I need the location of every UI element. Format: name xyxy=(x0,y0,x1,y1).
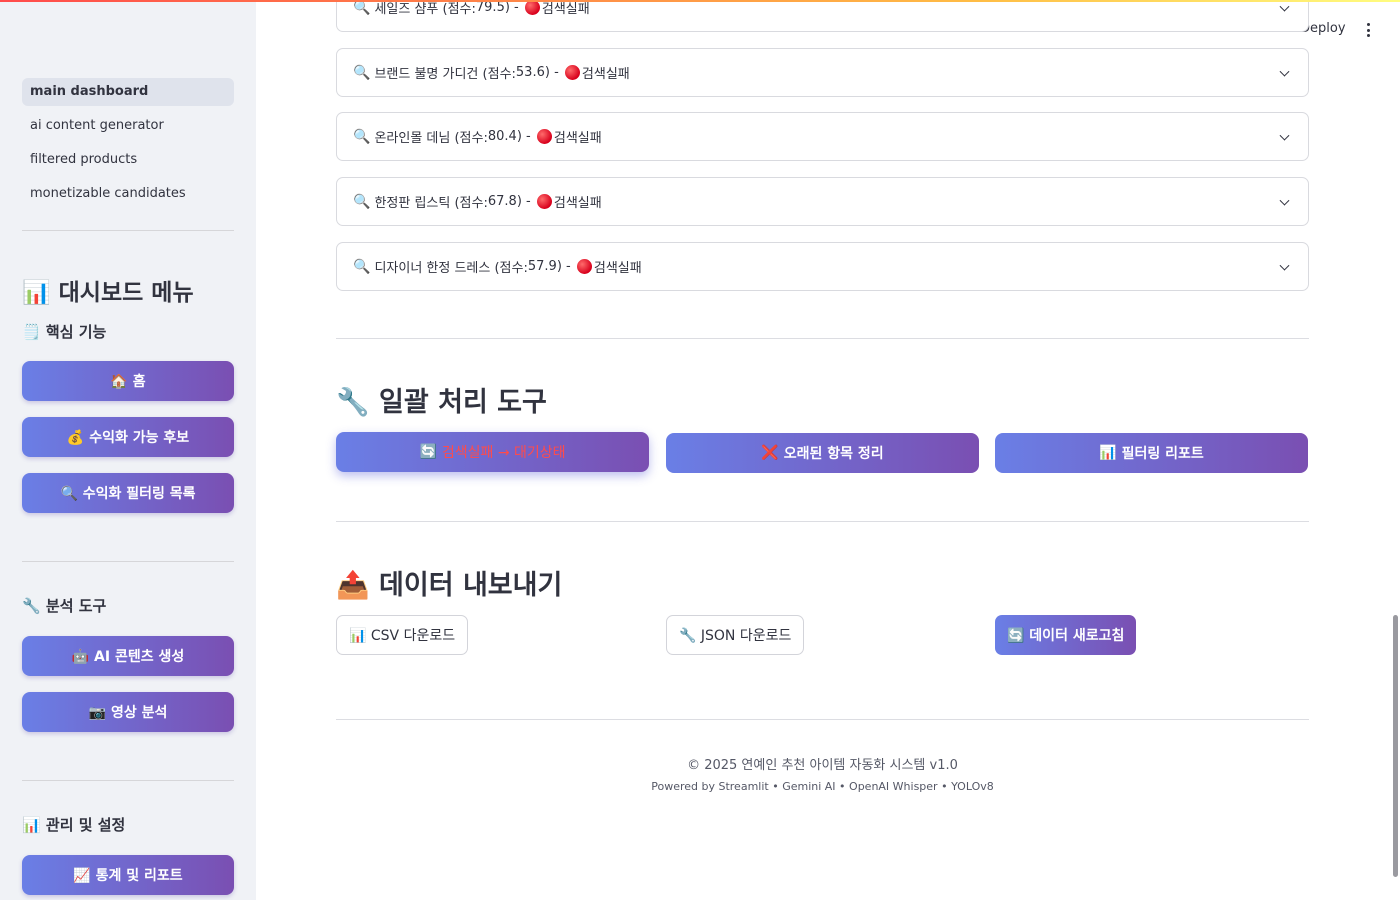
bar-chart-icon: 📊 xyxy=(1099,445,1117,461)
nav-item-ai-content-generator[interactable]: ai content generator xyxy=(22,112,234,140)
score-prefix: (점수: xyxy=(442,2,476,17)
item-status: 검색실패 xyxy=(553,131,602,146)
sidebar-divider xyxy=(22,780,234,781)
data-export-heading: 📤 데이터 내보내기 xyxy=(336,570,563,601)
item-score: 57.9 xyxy=(527,259,557,274)
magnifier-icon: 🔍 xyxy=(353,64,371,81)
magnifier-icon: 🔍 xyxy=(353,128,371,145)
top-decoration-bar xyxy=(0,0,1400,2)
score-suffix: ) - xyxy=(556,259,571,274)
batch-tools-heading: 🔧 일괄 처리 도구 xyxy=(336,387,547,418)
magnifier-icon: 🔍 xyxy=(353,193,371,210)
nav-item-main-dashboard[interactable]: main dashboard xyxy=(22,78,234,106)
expander-item[interactable]: 🔍 디자이너 한정 드레스 (점수: 57.9) - 검색실패 xyxy=(336,242,1309,291)
item-name: 세일즈 샴푸 xyxy=(374,2,439,17)
item-score: 79.5 xyxy=(475,0,505,15)
red-circle-icon xyxy=(536,194,552,209)
footer-powered-by: Powered by Streamlit • Gemini AI • OpenA… xyxy=(651,780,994,793)
sidebar-divider xyxy=(22,561,234,562)
expander-item[interactable]: 🔍 브랜드 불명 가디건 (점수: 53.6) - 검색실패 xyxy=(336,48,1309,97)
red-circle-icon xyxy=(564,65,580,80)
filtering-report-label: 필터링 리포트 xyxy=(1121,446,1204,462)
score-suffix: ) - xyxy=(516,129,531,144)
sidebar: main dashboard ai content generator filt… xyxy=(0,0,256,900)
chevron-down-icon xyxy=(1279,130,1290,141)
data-refresh-button[interactable]: 🔄 데이터 새로고침 xyxy=(995,615,1137,655)
monetization-filter-list-button[interactable]: 🔍 수익화 필터링 목록 xyxy=(22,473,234,513)
red-circle-icon xyxy=(576,259,592,274)
nav-item-filtered-products[interactable]: filtered products xyxy=(22,146,234,174)
expander-item[interactable]: 🔍 세일즈 샴푸 (점수: 79.5) - 검색실패 xyxy=(336,0,1309,32)
item-status: 검색실패 xyxy=(553,196,602,211)
item-name: 온라인몰 데님 xyxy=(374,131,451,146)
score-prefix: (점수: xyxy=(454,196,488,211)
cleanup-old-items-button[interactable]: ❌ 오래된 항목 정리 xyxy=(666,433,979,473)
filtering-report-button[interactable]: 📊 필터링 리포트 xyxy=(995,433,1308,473)
section-divider xyxy=(336,521,1309,522)
section-divider xyxy=(336,338,1309,339)
item-name: 디자이너 한정 드레스 xyxy=(374,261,491,276)
score-prefix: (점수: xyxy=(482,67,516,82)
score-suffix: ) - xyxy=(516,194,531,209)
footer-copyright: © 2025 연예인 추천 아이템 자동화 시스템 v1.0 xyxy=(687,758,958,773)
csv-download-button[interactable]: 📊 CSV 다운로드 xyxy=(336,615,469,655)
home-button[interactable]: 🏠 홈 xyxy=(22,361,234,401)
item-score: 80.4 xyxy=(487,129,517,144)
expander-item[interactable]: 🔍 온라인몰 데님 (점수: 80.4) - 검색실패 xyxy=(336,112,1309,161)
json-download-button[interactable]: 🔧 JSON 다운로드 xyxy=(666,615,805,655)
kebab-menu-icon[interactable] xyxy=(1360,20,1376,40)
cleanup-old-items-label: 오래된 항목 정리 xyxy=(783,446,884,462)
analysis-tools-heading: 🔧 분석 도구 xyxy=(22,597,107,615)
magnifier-icon: 🔍 xyxy=(353,0,371,16)
reset-failed-to-waiting-button[interactable]: 🔄 검색실패 → 대기상태 xyxy=(336,432,649,472)
item-name: 브랜드 불명 가디건 xyxy=(374,67,479,82)
scrollbar-thumb[interactable] xyxy=(1393,615,1398,877)
dashboard-menu-title: 📊 대시보드 메뉴 xyxy=(22,280,194,306)
red-circle-icon xyxy=(524,0,540,15)
expander-item[interactable]: 🔍 한정판 립스틱 (점수: 67.8) - 검색실패 xyxy=(336,177,1309,226)
score-suffix: ) - xyxy=(504,0,519,15)
magnifier-icon: 🔍 xyxy=(353,258,371,275)
section-divider xyxy=(336,719,1309,720)
item-status: 검색실패 xyxy=(581,67,630,82)
score-suffix: ) - xyxy=(544,65,559,80)
sidebar-nav: main dashboard ai content generator filt… xyxy=(22,78,234,214)
ai-content-generate-button[interactable]: 🤖 AI 콘텐츠 생성 xyxy=(22,636,234,676)
cross-mark-icon: ❌ xyxy=(761,445,779,461)
chevron-down-icon xyxy=(1279,260,1290,271)
red-circle-icon xyxy=(536,129,552,144)
nav-item-monetizable-candidates[interactable]: monetizable candidates xyxy=(22,180,234,208)
score-prefix: (점수: xyxy=(454,131,488,146)
monetizable-candidates-button[interactable]: 💰 수익화 가능 후보 xyxy=(22,417,234,457)
item-score: 53.6 xyxy=(515,65,545,80)
item-status: 검색실패 xyxy=(541,2,590,17)
core-features-heading: 🗒️ 핵심 기능 xyxy=(22,323,107,341)
item-name: 한정판 립스틱 xyxy=(374,196,451,211)
score-prefix: (점수: xyxy=(494,261,528,276)
reset-failed-label: 검색실패 → 대기상태 xyxy=(441,445,566,461)
item-score: 67.8 xyxy=(487,194,517,209)
chevron-down-icon xyxy=(1279,66,1290,77)
chevron-down-icon xyxy=(1279,195,1290,206)
chevron-down-icon xyxy=(1279,1,1290,12)
video-analysis-button[interactable]: 📷 영상 분석 xyxy=(22,692,234,732)
management-settings-heading: 📊 관리 및 설정 xyxy=(22,816,126,834)
sidebar-divider xyxy=(22,230,234,231)
stats-report-button[interactable]: 📈 통계 및 리포트 xyxy=(22,855,234,895)
item-status: 검색실패 xyxy=(593,261,642,276)
refresh-icon: 🔄 xyxy=(419,444,437,460)
